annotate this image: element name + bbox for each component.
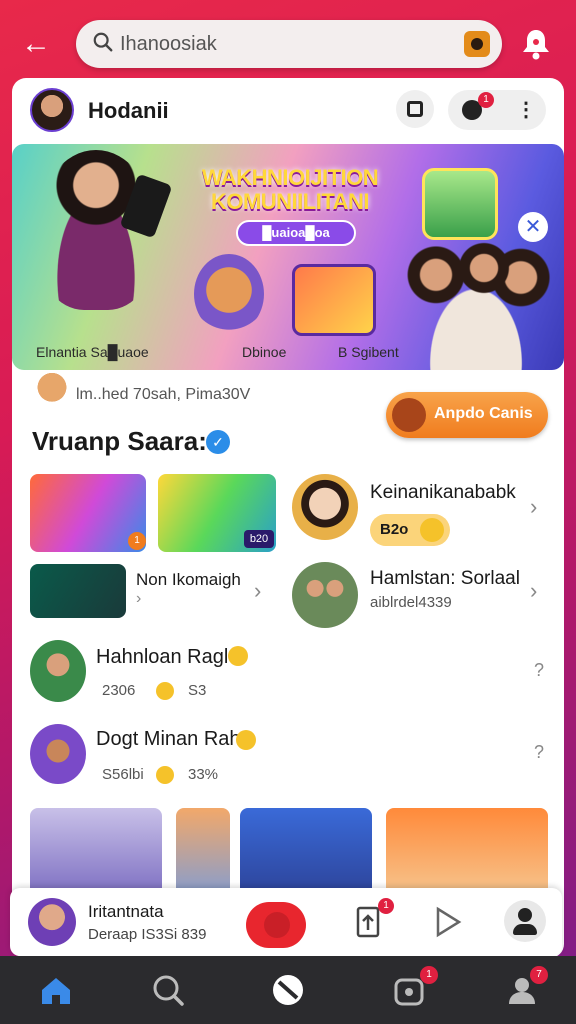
emoji-icon <box>156 682 174 700</box>
apply-button[interactable]: Anpdo Canis <box>386 392 548 438</box>
back-arrow-icon[interactable]: ← <box>16 26 56 62</box>
item-count-5: 33% <box>188 766 219 783</box>
profile-avatar[interactable] <box>30 88 74 132</box>
section-title: Vruanp Saara: <box>32 426 207 456</box>
notification-badge: 1 <box>478 92 494 108</box>
item-title-1[interactable]: Keinanikanababk <box>370 482 516 504</box>
item-title-5[interactable]: Dogt Minan Rahn <box>96 728 252 751</box>
item-title-4[interactable]: Hahnloan Ragl <box>96 646 228 669</box>
video-thumbnail-2[interactable]: b20 <box>158 474 276 552</box>
play-icon[interactable] <box>434 906 462 938</box>
item-sub-3: aiblrdel4339 <box>370 594 452 611</box>
actions-pill: 1 ⋮ <box>448 90 546 130</box>
record-button[interactable] <box>246 902 306 948</box>
family-group-image <box>396 234 556 370</box>
item-title-3[interactable]: Hamlstan: Sorlaal <box>370 568 520 590</box>
chevron-right-icon[interactable]: › <box>136 590 141 608</box>
chevron-right-icon[interactable]: › <box>530 578 537 604</box>
thumb-badge-2: b20 <box>244 530 274 548</box>
banner-caption-1: Elnantia Sa█uaoe <box>36 344 149 360</box>
more-icon[interactable]: ? <box>534 660 544 681</box>
mini-player[interactable]: Iritantnata Deraap IS3Si 839 1 <box>10 888 562 956</box>
item-sub-5: S56lbi <box>102 766 144 783</box>
item-title-2[interactable]: Non Ikomaigh <box>136 570 241 590</box>
notification-bell-icon[interactable] <box>516 24 556 64</box>
item-sub-4: 2306 <box>102 682 136 699</box>
emoji-icon <box>228 646 248 666</box>
square-icon-button[interactable] <box>396 90 434 128</box>
search-bar[interactable]: Ihanoosiak <box>76 20 502 68</box>
video-thumbnail-1[interactable]: 1 <box>30 474 146 552</box>
sub-info-text: lm..hed 70sah, Pima30V <box>76 386 251 403</box>
search-query: Ihanoosiak <box>120 33 217 55</box>
emoji-icon <box>156 766 174 784</box>
game-screen-image <box>292 264 376 336</box>
camera-icon[interactable] <box>464 31 490 57</box>
mini-player-subtitle: Deraap IS3Si 839 <box>88 926 207 943</box>
thumb-badge-1: 1 <box>128 532 146 550</box>
chevron-right-icon[interactable]: › <box>254 578 261 604</box>
mini-player-avatar <box>28 898 76 946</box>
profile-name: Hodanii <box>88 98 169 123</box>
search-icon[interactable] <box>148 970 188 1010</box>
verified-icon: ✓ <box>206 430 230 454</box>
more-options-icon[interactable]: ⋮ <box>516 98 536 122</box>
video-thumbnail-3[interactable] <box>30 564 126 618</box>
tag-label: B2o <box>380 521 409 538</box>
channel-avatar-2[interactable] <box>292 562 358 628</box>
mascot-card-image <box>422 168 498 240</box>
banner-caption-2: Dbinoe <box>242 344 287 360</box>
list-avatar-2[interactable] <box>30 724 86 784</box>
mascot-image <box>194 254 264 334</box>
channel-avatar-1[interactable] <box>292 474 358 540</box>
chevron-right-icon[interactable]: › <box>530 494 537 520</box>
profile-badge: 7 <box>530 966 548 984</box>
home-icon[interactable] <box>36 970 76 1010</box>
mini-badge: 1 <box>378 898 394 914</box>
mini-player-title: Iritantnata <box>88 902 164 921</box>
apply-button-label: Anpdo Canis <box>434 405 533 422</box>
smile-emoji-icon <box>420 518 444 542</box>
banner-chip[interactable]: █uaioa█oa <box>236 220 356 246</box>
face-icon <box>392 398 426 432</box>
search-icon <box>93 32 113 52</box>
list-avatar-1[interactable] <box>30 640 86 702</box>
top-bar: ← Ihanoosiak <box>0 0 576 80</box>
hero-banner[interactable]: WAKHNIOIJITION KOMUNIILITANI █uaioa█oa ✕… <box>12 144 564 370</box>
more-icon[interactable]: ? <box>534 742 544 763</box>
emoji-icon <box>236 730 256 750</box>
banner-title: WAKHNIOIJITION KOMUNIILITANI <box>201 165 379 214</box>
item-count-4: S3 <box>188 682 207 699</box>
explore-icon[interactable] <box>268 970 308 1010</box>
inbox-badge: 1 <box>420 966 438 984</box>
banner-caption-3: B Sgibent <box>338 344 399 360</box>
main-card: Hodanii 1 ⋮ WAKHNIOIJITION KOMUNIILITANI… <box>12 78 564 958</box>
mascot-small-icon <box>34 372 70 406</box>
bottom-nav: 1 7 <box>0 956 576 1024</box>
account-icon[interactable] <box>504 900 546 942</box>
tag-badge: B2o <box>370 514 450 546</box>
